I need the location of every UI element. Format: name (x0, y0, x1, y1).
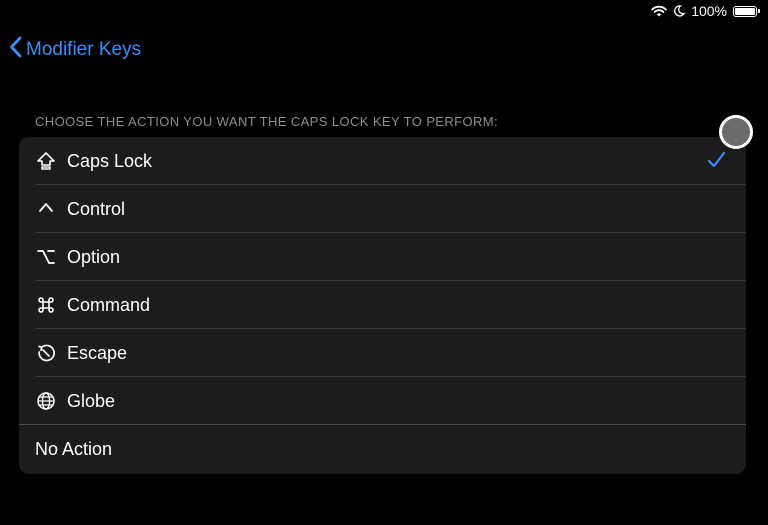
back-button[interactable]: Modifier Keys (9, 36, 141, 64)
option-label: Caps Lock (67, 150, 153, 171)
moon-icon (673, 5, 686, 17)
command-icon (35, 295, 57, 315)
status-bar: 100% (651, 2, 760, 20)
screen: 100% Modifier Keys CHOOSE THE ACTION YOU… (0, 0, 768, 525)
option-control[interactable]: Control (19, 185, 746, 233)
battery-icon (733, 5, 760, 17)
option-no-action[interactable]: No Action (19, 425, 746, 473)
option-label: Globe (67, 390, 116, 411)
touch-indicator (719, 115, 753, 149)
control-icon (35, 199, 57, 219)
option-label: Escape (67, 342, 128, 363)
back-button-label: Modifier Keys (26, 39, 142, 60)
option-label: No Action (35, 438, 113, 459)
option-command[interactable]: Command (19, 281, 746, 329)
escape-icon (35, 343, 57, 363)
option-caps-lock[interactable]: Caps Lock (19, 137, 746, 185)
chevron-left-icon (9, 36, 22, 64)
option-globe[interactable]: Globe (19, 377, 746, 425)
option-label: Control (67, 198, 126, 219)
option-icon (35, 247, 57, 267)
option-label: Option (67, 246, 121, 267)
options-list: Caps Lock Control Option Command Escape … (19, 137, 746, 474)
caps-lock-icon (35, 151, 57, 171)
section-header: CHOOSE THE ACTION YOU WANT THE CAPS LOCK… (35, 114, 499, 129)
checkmark-icon (707, 151, 726, 174)
battery-percent: 100% (691, 3, 727, 19)
wifi-icon (651, 5, 667, 17)
option-option[interactable]: Option (19, 233, 746, 281)
option-label: Command (67, 294, 151, 315)
globe-icon (35, 391, 57, 411)
option-escape[interactable]: Escape (19, 329, 746, 377)
